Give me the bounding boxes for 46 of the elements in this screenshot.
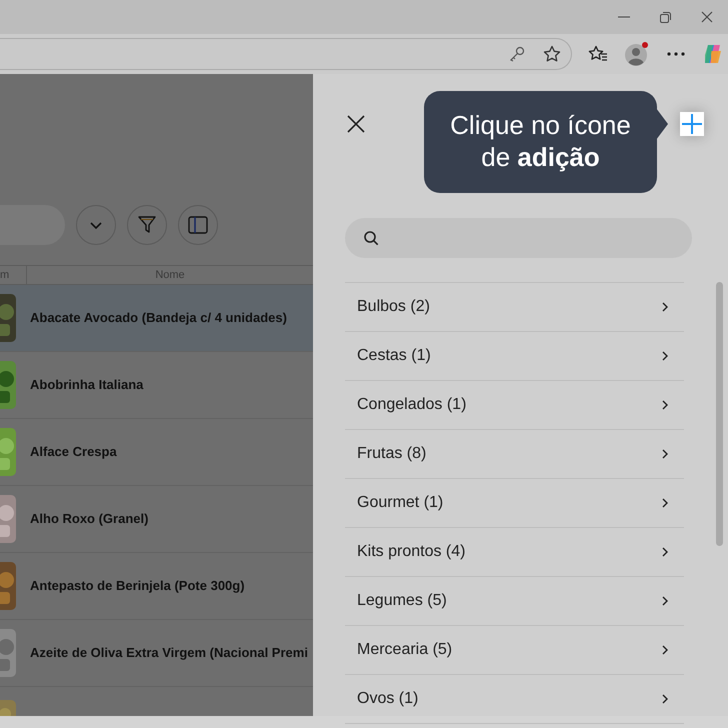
chevron-right-icon [662, 596, 668, 606]
chevron-right-icon [662, 449, 668, 459]
star-icon[interactable] [543, 45, 561, 63]
filter-button[interactable] [127, 205, 167, 245]
chevron-right-icon [662, 694, 668, 704]
product-name: Abobrinha Italiana [30, 376, 144, 394]
sidebar-icon [188, 216, 208, 234]
key-icon[interactable] [509, 46, 525, 62]
chevron-right-icon [662, 645, 668, 655]
category-item[interactable]: Bulbos (2) [345, 283, 684, 332]
minimize-icon[interactable] [618, 16, 630, 18]
chevron-down-icon [90, 222, 102, 228]
filter-icon [138, 216, 156, 234]
product-name: Azeite de Oliva Extra Virgem (Nacional Premi [30, 644, 308, 662]
chevron-right-icon [662, 302, 668, 312]
profile-icon[interactable] [624, 41, 650, 67]
product-name: Antepasto de Berinjela (Pote 300g) [30, 577, 245, 596]
close-button[interactable] [345, 113, 367, 135]
category-item[interactable]: Cestas (1) [345, 332, 684, 381]
tooltip-pointer-icon [656, 108, 668, 140]
sidebar-toggle-button[interactable] [178, 205, 218, 245]
restore-icon[interactable] [660, 12, 671, 22]
plus-icon [682, 114, 702, 134]
category-item[interactable]: Legumes (5) [345, 577, 684, 626]
category-item[interactable]: Mercearia (5) [345, 626, 684, 675]
product-name: Abacate Avocado (Bandeja c/ 4 unidades) [30, 309, 287, 328]
category-item[interactable]: Gourmet (1) [345, 479, 684, 528]
close-icon [347, 115, 365, 133]
scrollbar-thumb[interactable] [716, 282, 723, 546]
product-name: Alface Crespa [30, 443, 117, 462]
more-icon[interactable] [666, 52, 686, 56]
chevron-right-icon [662, 547, 668, 557]
chevron-right-icon [662, 351, 668, 361]
category-item[interactable]: Frutas (8) [345, 430, 684, 479]
chevron-right-icon [662, 498, 668, 508]
category-item[interactable]: Congelados (1) [345, 381, 684, 430]
product-name: Alho Roxo (Granel) [30, 510, 148, 528]
add-button[interactable] [680, 112, 704, 136]
chevron-right-icon [662, 400, 668, 410]
copilot-icon[interactable] [702, 43, 724, 65]
category-item[interactable]: Kits prontos (4) [345, 528, 684, 577]
search-field[interactable] [345, 218, 692, 258]
close-icon[interactable] [701, 11, 713, 23]
favorites-icon[interactable] [588, 45, 608, 63]
search-icon [364, 230, 379, 246]
tooltip: Clique no ícone de adição [424, 91, 657, 193]
